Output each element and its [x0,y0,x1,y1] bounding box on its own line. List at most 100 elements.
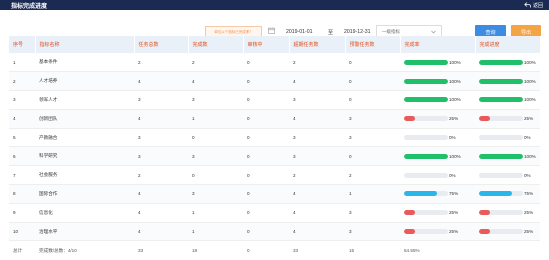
chevron-down-icon [431,30,436,33]
table-row[interactable]: 5 产教融合 3 0 0 3 3 0% 0% [9,128,540,148]
overdue-count: 3 [289,90,345,110]
column-header[interactable]: 完成进度 [475,36,541,53]
footer-overdue: 33 [289,240,345,260]
column-header[interactable]: 任务总数 [134,36,189,53]
completion-progress-bar [479,116,523,122]
indicator-name: 科学研究 [35,146,134,167]
warn-count: 0 [345,90,400,110]
overdue-count: 4 [289,71,345,92]
row-number: 8 [9,184,35,204]
completion-rate-bar-fill [404,210,415,216]
column-header[interactable]: 审核中 [243,36,290,53]
done-count: 3 [188,184,243,204]
table-body: 1 基本条件 2 2 0 2 0 100% 100% 2 人才培养 4 4 0 4 0 100% 100% 3 领军人… [9,53,540,242]
indicator-name: 信息化 [35,203,134,223]
completion-rate-text: 75% [449,191,459,197]
done-count: 4 [188,71,243,92]
table-row[interactable]: 9 信息化 4 1 0 4 3 25% 25% [9,203,540,223]
completion-rate-text: 100% [449,78,461,84]
table-row[interactable]: 10 治理水平 4 1 0 4 3 25% 25% [9,222,540,242]
indicator-name: 创新团队 [35,109,134,129]
completion-rate-text: 25% [449,210,459,216]
completion-rate-bar-fill [404,97,448,103]
column-header[interactable]: 指标名称 [35,36,135,53]
completion-progress-bar [479,59,523,65]
done-count: 1 [188,109,243,129]
completion-rate-cell: 0% [400,165,475,186]
review-count: 0 [243,109,289,129]
warn-count: 3 [345,128,400,148]
date-from-input[interactable]: 2019-01-01 [286,29,313,35]
completion-progress-bar [479,78,523,84]
table-row[interactable]: 2 人才培养 4 4 0 4 0 100% 100% [9,71,540,92]
table-footer-row: 总计 完成数/总数：4/10 33 18 0 33 15 54.55% [9,240,540,260]
completion-progress-bar [479,191,523,197]
column-header[interactable]: 完成数 [188,36,244,53]
completion-progress-cell: 25% [475,203,540,223]
completion-progress-bar [479,135,523,141]
date-to-input[interactable]: 2019-12-31 [344,29,371,35]
completion-progress-bar-fill [479,116,490,122]
row-number: 5 [9,128,35,148]
completion-rate-text: 0% [449,172,456,178]
row-number: 2 [9,71,35,92]
column-header[interactable]: 预警任务数 [345,36,401,53]
completion-rate-text: 0% [449,135,456,141]
completion-progress-bar-fill [479,229,490,235]
completion-progress-bar [479,229,523,235]
completion-rate-cell: 0% [400,128,475,148]
table-row[interactable]: 7 社会服务 2 0 0 2 2 0% 0% [9,165,540,186]
column-header[interactable]: 超期任务数 [289,36,346,53]
task-total: 4 [134,222,188,242]
completion-progress-bar [479,153,523,159]
completion-progress-bar-fill [479,153,523,159]
review-count: 0 [243,146,289,167]
completion-progress-bar-fill [479,59,523,65]
indicator-name: 治理水平 [35,222,134,242]
overdue-count: 2 [289,165,345,186]
completion-progress-bar [479,210,523,216]
completion-rate-text: 25% [449,116,459,122]
row-number: 7 [9,165,35,186]
task-total: 2 [134,53,188,73]
completion-rate-bar [404,135,448,141]
done-count: 0 [188,165,243,186]
table-row[interactable]: 1 基本条件 2 2 0 2 0 100% 100% [9,53,540,73]
warn-count: 0 [345,53,400,73]
table-row[interactable]: 6 科学研究 3 3 0 3 0 100% 100% [9,146,540,167]
completion-progress-text: 75% [524,191,534,197]
completion-rate-bar-fill [404,153,448,159]
completion-progress-text: 25% [524,116,534,122]
completion-rate-bar-fill [404,78,448,84]
column-header[interactable]: 序号 [9,36,36,53]
completion-progress-cell: 75% [475,184,540,204]
completion-progress-bar-fill [479,78,523,84]
overdue-count: 4 [289,203,345,223]
back-button[interactable]: 返回 [524,2,543,9]
review-count: 0 [243,53,289,73]
done-count: 1 [188,203,243,223]
completion-rate-text: 100% [449,59,461,65]
completion-rate-cell: 100% [400,146,475,167]
indicator-name: 基本条件 [35,53,134,73]
completion-rate-bar-fill [404,191,437,197]
completion-rate-cell: 25% [400,203,475,223]
title-bar: 指标完成进度 返回 [0,0,549,10]
back-label: 返回 [532,2,543,9]
calendar-icon[interactable] [268,27,275,36]
completion-progress-cell: 25% [475,109,540,129]
completion-progress-cell: 100% [475,146,540,167]
footer-rate: 54.55% [400,240,475,260]
warn-count: 2 [345,165,400,186]
table-row[interactable]: 3 领军人才 3 3 0 3 0 100% 100% [9,90,540,110]
overdue-count: 3 [289,128,345,148]
completion-progress-text: 100% [524,153,536,159]
table-row[interactable]: 8 国际合作 4 3 0 4 1 75% 75% [9,184,540,204]
review-count: 0 [243,128,289,148]
page-title: 指标完成进度 [11,3,48,10]
column-header[interactable]: 完成率 [400,36,476,53]
table-row[interactable]: 4 创新团队 4 1 0 4 3 25% 25% [9,109,540,129]
table-header-row: 序号 指标名称 任务总数 完成数 审核中 超期任务数 预警任务数 完成率 完成进度 [9,36,541,53]
completion-rate-bar [404,97,448,103]
warn-count: 1 [345,184,400,204]
